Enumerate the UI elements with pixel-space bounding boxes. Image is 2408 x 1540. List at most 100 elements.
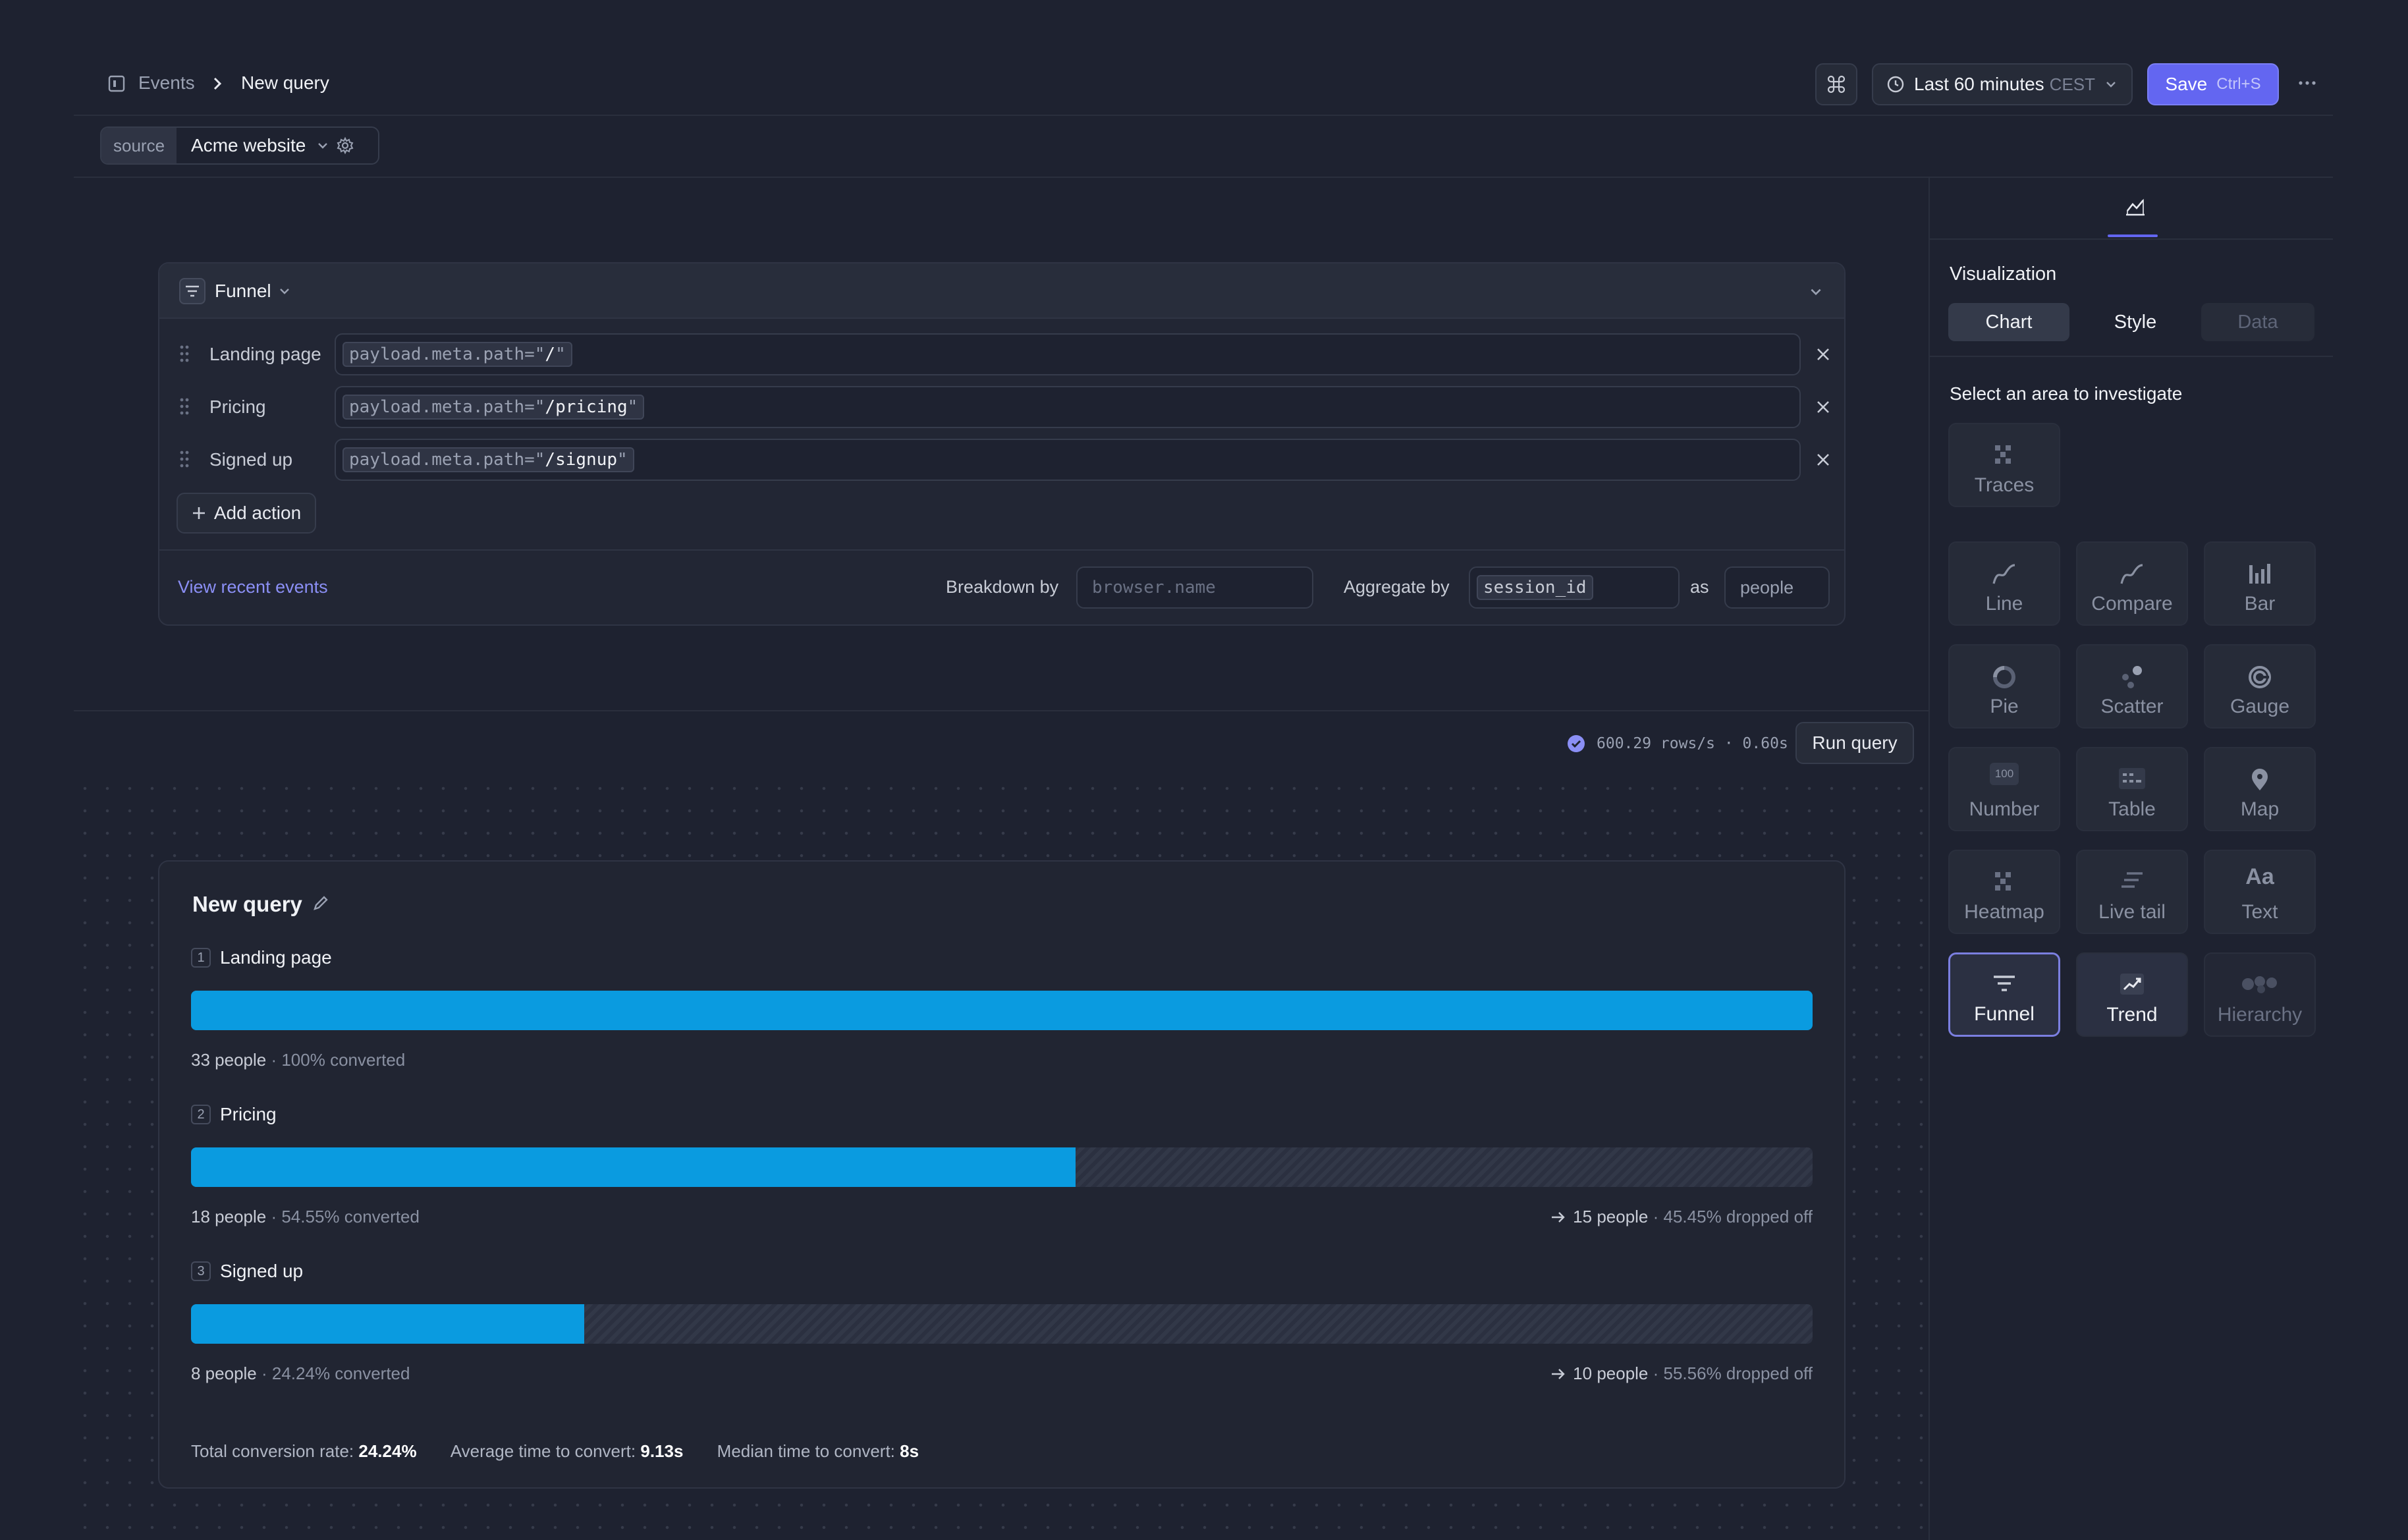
viz-trend[interactable]: Trend xyxy=(2076,952,2188,1037)
dropped-pct: 45.45% dropped off xyxy=(1663,1207,1813,1226)
chevron-right-icon xyxy=(211,75,224,92)
more-options-icon[interactable] xyxy=(2297,76,2317,90)
tab-chart[interactable]: Chart xyxy=(1948,303,2069,341)
separator: · xyxy=(1648,1207,1664,1226)
viz-label: Heatmap xyxy=(1964,901,2044,923)
map-pin-icon xyxy=(2248,767,2272,793)
avg-value: 9.13s xyxy=(640,1441,684,1461)
drag-handle-icon[interactable] xyxy=(179,397,190,416)
query-footer-divider xyxy=(159,549,1844,551)
viz-bar[interactable]: Bar xyxy=(2204,541,2316,626)
panel-tabs: Chart Style Data xyxy=(1948,303,2314,341)
source-select[interactable]: source Acme website xyxy=(100,126,379,165)
step-number: 3 xyxy=(191,1261,211,1281)
viz-scatter[interactable]: Scatter xyxy=(2076,644,2188,729)
table-icon xyxy=(2118,767,2147,790)
run-query-button[interactable]: Run query xyxy=(1795,722,1914,764)
drag-handle-icon[interactable] xyxy=(179,344,190,364)
funnel-bar[interactable] xyxy=(191,1147,1076,1187)
funnel-step-3-label: 3 Signed up xyxy=(191,1261,303,1282)
result-title: New query xyxy=(192,892,302,916)
chevron-down-icon xyxy=(316,139,329,152)
view-recent-events-link[interactable]: View recent events xyxy=(178,577,328,597)
viz-pie[interactable]: Pie xyxy=(1948,644,2060,729)
tab-style[interactable]: Style xyxy=(2075,303,2196,341)
step-row-3: Signed up payload.meta.path="/signup" xyxy=(159,439,1844,481)
step-row-1: Landing page payload.meta.path="/" xyxy=(159,333,1844,375)
add-action-label: Add action xyxy=(213,503,302,523)
step-number: 2 xyxy=(191,1105,211,1124)
viz-funnel[interactable]: Funnel xyxy=(1948,952,2060,1037)
step-name: Signed up xyxy=(209,449,293,470)
time-range-select[interactable]: Last 60 minutes CEST xyxy=(1872,63,2133,105)
filter-value: /signup xyxy=(545,450,617,470)
settings-gear-icon[interactable] xyxy=(336,136,354,155)
filter-key: payload.meta.path=" xyxy=(349,397,545,417)
breakdown-input[interactable]: browser.name xyxy=(1076,566,1313,609)
viz-label: Scatter xyxy=(2100,696,2164,717)
scatter-chart-icon xyxy=(2119,664,2145,690)
arrow-right-icon xyxy=(1550,1367,1566,1381)
viz-hierarchy[interactable]: Hierarchy xyxy=(2204,952,2316,1037)
edit-pencil-icon[interactable] xyxy=(312,894,329,912)
number-icon-text: 100 xyxy=(1994,767,2014,780)
gauge-icon xyxy=(2247,664,2273,690)
aggregate-input[interactable]: session_id xyxy=(1469,566,1680,609)
viz-label: Table xyxy=(2108,798,2156,820)
funnel-bar-track xyxy=(191,1147,1813,1187)
as-input[interactable]: people xyxy=(1724,566,1830,609)
viz-map[interactable]: Map xyxy=(2204,747,2316,831)
breadcrumb-events[interactable]: Events xyxy=(138,72,195,94)
viz-label: Gauge xyxy=(2230,696,2290,717)
viz-compare[interactable]: Compare xyxy=(2076,541,2188,626)
viz-label: Traces xyxy=(1974,474,2035,496)
query-builder: Funnel Landing page payload.meta.path="/… xyxy=(158,262,1846,626)
viz-heatmap[interactable]: Heatmap xyxy=(1948,850,2060,934)
funnel-bar[interactable] xyxy=(191,991,1813,1030)
viz-traces[interactable]: Traces xyxy=(1948,423,2060,507)
viz-label: Hierarchy xyxy=(2217,1004,2303,1026)
viz-label: Funnel xyxy=(1974,1003,2035,1025)
hierarchy-icon xyxy=(2241,972,2278,996)
save-button[interactable]: Save Ctrl+S xyxy=(2147,63,2279,105)
funnel-step-1-label: 1 Landing page xyxy=(191,947,332,968)
filter-chip: payload.meta.path="/" xyxy=(342,342,572,367)
result-card: New query 1 Landing page 33 people · 100… xyxy=(158,860,1846,1489)
clock-icon xyxy=(1886,75,1905,94)
step-filter-input[interactable]: payload.meta.path="/" xyxy=(335,333,1801,375)
funnel-filter-icon xyxy=(179,278,205,304)
viz-line[interactable]: Line xyxy=(1948,541,2060,626)
run-stats: 600.29 rows/s · 0.60s xyxy=(1597,735,1788,752)
breadcrumb-current: New query xyxy=(241,72,329,93)
line-chart-icon xyxy=(1991,561,2017,588)
header-divider xyxy=(74,115,2333,116)
remove-step-icon[interactable] xyxy=(1815,399,1831,415)
viz-table[interactable]: Table xyxy=(2076,747,2188,831)
funnel-bar[interactable] xyxy=(191,1304,584,1344)
viz-gauge[interactable]: Gauge xyxy=(2204,644,2316,729)
as-label: as xyxy=(1690,577,1709,597)
funnel-icon xyxy=(1991,973,2017,997)
add-action-button[interactable]: Add action xyxy=(177,493,316,534)
viz-live-tail[interactable]: Live tail xyxy=(2076,850,2188,934)
source-label: source xyxy=(101,128,177,163)
collapse-chevron-icon[interactable] xyxy=(1809,285,1823,299)
funnel-type-select[interactable]: Funnel xyxy=(179,278,291,304)
visualization-tab-icon[interactable] xyxy=(2123,195,2147,219)
drag-handle-icon[interactable] xyxy=(179,449,190,469)
remove-step-icon[interactable] xyxy=(1815,346,1831,362)
panel-tab-divider xyxy=(1930,238,2333,240)
viz-number[interactable]: 100 Number xyxy=(1948,747,2060,831)
separator: · xyxy=(1648,1363,1664,1383)
pie-chart-icon xyxy=(1991,664,2017,690)
save-shortcut: Ctrl+S xyxy=(2216,75,2261,93)
command-button[interactable] xyxy=(1815,63,1857,105)
total-value: 24.24% xyxy=(358,1441,417,1461)
remove-step-icon[interactable] xyxy=(1815,452,1831,468)
step-filter-input[interactable]: payload.meta.path="/signup" xyxy=(335,439,1801,481)
filter-end: " xyxy=(627,397,638,417)
step-filter-input[interactable]: payload.meta.path="/pricing" xyxy=(335,386,1801,428)
dropped-people: 10 people xyxy=(1573,1363,1649,1383)
as-value: people xyxy=(1740,577,1794,597)
viz-text[interactable]: Aa Text xyxy=(2204,850,2316,934)
